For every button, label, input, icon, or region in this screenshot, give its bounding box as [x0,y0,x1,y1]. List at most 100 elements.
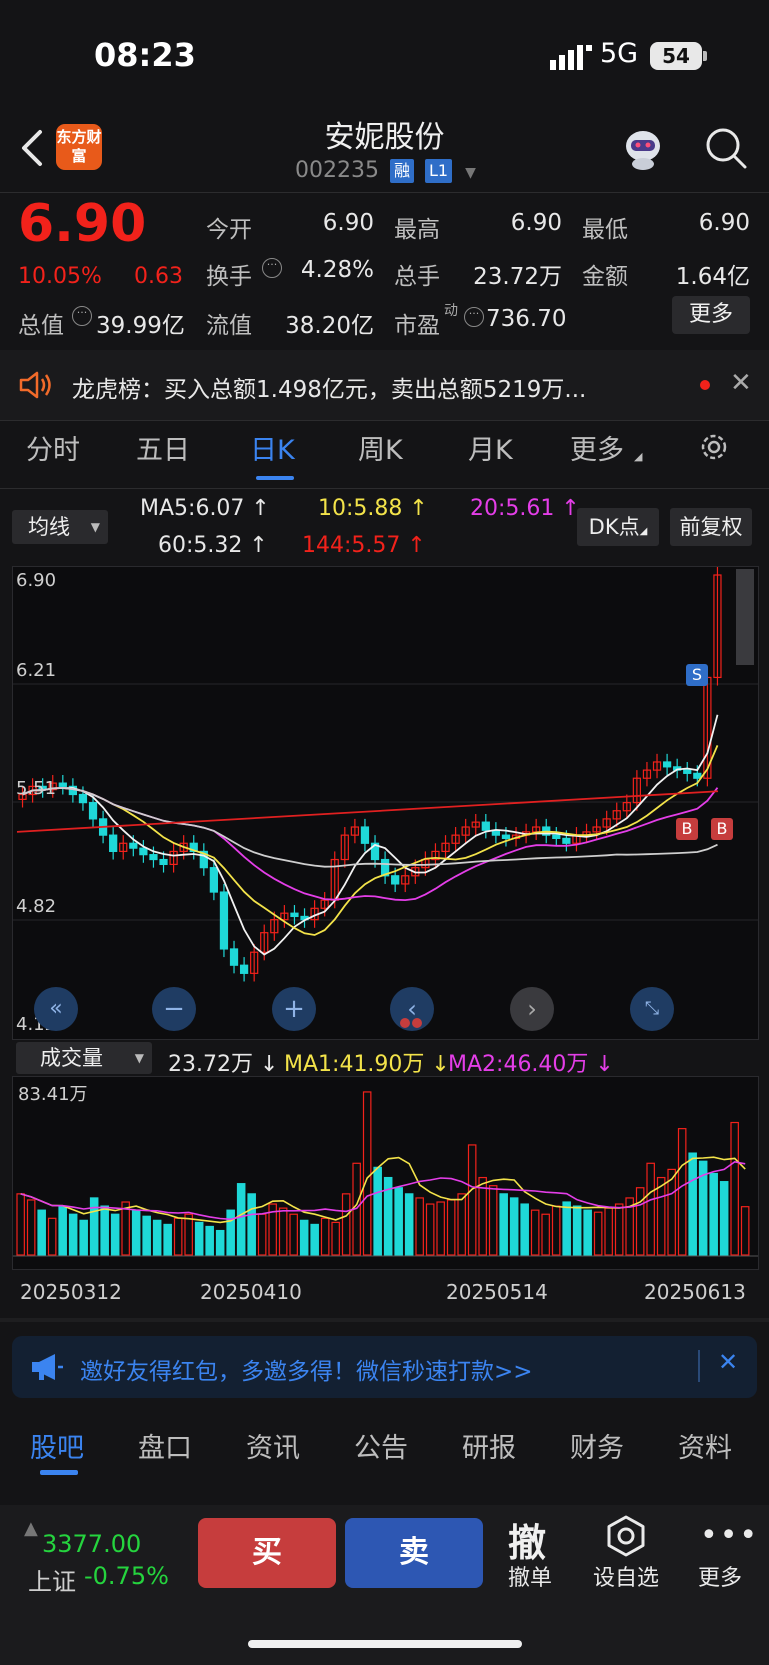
indicator-select[interactable]: 均线 ▼ [12,510,108,544]
tab-five-day[interactable]: 五日 [136,428,190,467]
candle-body [88,802,98,820]
cancel-order-icon[interactable]: 撤 [508,1512,546,1567]
candle-body [58,782,67,787]
volume-bar [79,1219,88,1256]
status-bar: 08:23 5G 54 [0,0,769,110]
volume-bar [110,1213,120,1256]
tab-forum[interactable]: 股吧 [30,1426,84,1465]
triangle-up-icon: ▲ [24,1518,38,1539]
scroll-thumb [736,569,754,665]
scroll-right-button[interactable]: › [510,987,554,1031]
content-tabs: 股吧 盘口 资讯 公告 研报 财务 资料 [0,1410,769,1480]
info-icon[interactable]: ··· [262,258,282,278]
sell-signal-marker[interactable]: S [686,664,708,686]
tab-weekly-k[interactable]: 周K [358,428,403,467]
scroll-start-button[interactable]: « [34,987,78,1031]
adjust-button[interactable]: 前复权 [670,508,752,546]
volume-bar [730,1121,739,1256]
info-icon[interactable]: ··· [464,307,484,327]
volume-bar [68,1213,78,1256]
volume-bar [583,1209,592,1256]
tabs-divider [0,488,769,489]
pe-value: 736.70 [486,306,567,332]
zoom-in-button[interactable]: + [272,987,316,1031]
volume-bar [226,1209,235,1256]
dk-point-button[interactable]: DK点◢ [577,508,659,546]
tab-orderbook[interactable]: 盘口 [138,1426,192,1465]
volume-bar [37,1209,46,1256]
ma5-value: MA5:6.07 ↑ [140,496,270,521]
candle-body [562,837,571,844]
close-icon[interactable]: ✕ [718,1348,738,1376]
add-watchlist-icon[interactable] [604,1514,648,1558]
info-icon[interactable]: ··· [72,306,92,326]
last-price: 6.90 [18,194,147,254]
volume-max-label: 83.41万 [18,1084,88,1105]
volume-bar [499,1193,508,1256]
add-watchlist-label[interactable]: 设自选 [586,1560,666,1592]
fullscreen-button[interactable]: ⤡ [630,987,674,1031]
signal-icon [550,45,592,70]
volume-bar [236,1183,246,1256]
volume-indicator-select[interactable]: 成交量 ▼ [16,1042,152,1074]
volume-bar [89,1197,99,1256]
more-label[interactable]: 更多 [680,1560,760,1592]
tab-daily-k[interactable]: 日K [250,428,295,467]
tab-financials[interactable]: 财务 [570,1426,624,1465]
candle-body [290,912,299,918]
robot-assistant-icon[interactable] [620,126,666,172]
search-icon[interactable] [704,126,748,170]
tab-more[interactable]: 更多 [570,428,624,467]
close-icon[interactable]: ✕ [730,368,752,398]
volume-chart[interactable] [12,1076,759,1270]
volume-ma2: MA2:46.40万 ↓ [448,1052,614,1077]
volume-bar [278,1207,288,1256]
tab-news[interactable]: 资讯 [246,1426,300,1465]
tab-intraday[interactable]: 分时 [26,428,80,467]
tab-profile[interactable]: 资料 [678,1426,732,1465]
stock-code-row[interactable]: 002235 融 L1 ▼ [295,158,476,183]
candle-body [139,847,148,856]
volume-ma1: MA1:41.90万 ↓ [284,1052,450,1077]
notice-bar[interactable]: 龙虎榜：买入总额1.498亿元，卖出总额5219万... ✕ [0,350,769,420]
volume-bar [184,1213,193,1256]
amount-label: 金额 [582,264,628,290]
tab-announcements[interactable]: 公告 [354,1426,408,1465]
sell-button[interactable]: 卖 [345,1518,483,1588]
volume-bar [152,1219,162,1256]
volume-bar [257,1213,267,1256]
more-dots-icon[interactable]: ••• [700,1518,759,1553]
volume-bar [100,1205,109,1256]
event-dot [400,1018,410,1028]
volume-label: 总手 [394,264,440,290]
candle-body [219,891,229,950]
volume-bar [530,1209,540,1256]
volume-bar [341,1193,351,1256]
kline-chart[interactable] [12,566,759,1040]
volume-bar [163,1223,172,1256]
zoom-out-button[interactable]: − [152,987,196,1031]
volume-bar [646,1162,655,1256]
ma60-value: 60:5.32 ↑ [158,533,268,558]
volume-bar [299,1219,309,1256]
settings-gear-icon[interactable] [697,430,731,464]
more-quote-button[interactable]: 更多 [672,296,750,334]
volume-bar [173,1217,183,1256]
battery-tip [703,51,707,61]
high-label: 最高 [394,217,440,243]
tab-monthly-k[interactable]: 月K [468,428,513,467]
cancel-order-label[interactable]: 撤单 [490,1560,570,1592]
pe-superscript: 动 [444,303,458,319]
dropdown-triangle-icon: ▼ [134,1051,144,1065]
change-pct: 10.05% [18,264,102,289]
candlestick-canvas [13,567,758,982]
low-value: 6.90 [698,210,750,236]
buy-button[interactable]: 买 [198,1518,336,1588]
buy-signal-marker[interactable]: B [676,818,698,840]
buy-signal-marker[interactable]: B [711,818,733,840]
invite-banner[interactable]: 邀好友得红包，多邀多得！微信秒速打款>> ✕ [12,1336,757,1398]
dropdown-corner-icon: ◢ [634,450,643,463]
volume-bar [656,1176,666,1256]
volume-bar [488,1185,498,1256]
tab-research[interactable]: 研报 [462,1426,516,1465]
